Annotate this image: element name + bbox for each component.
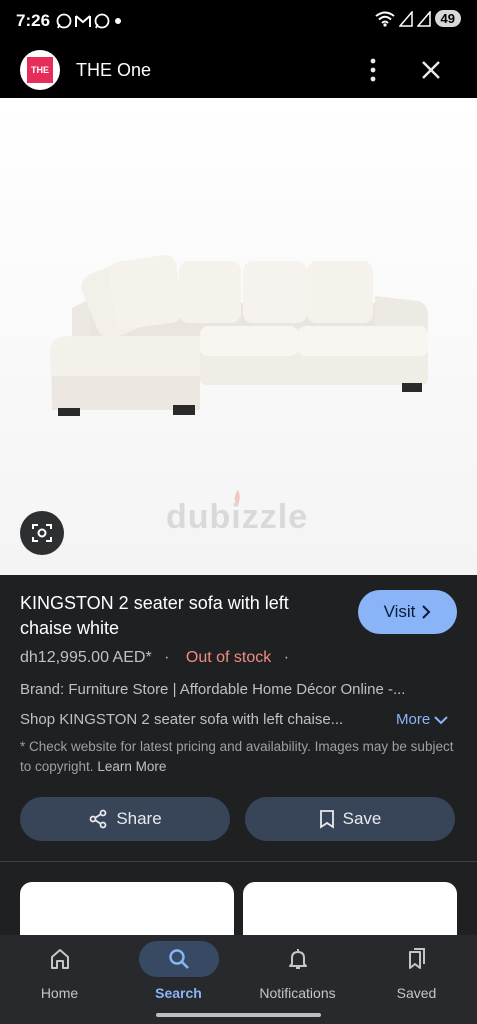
signal-icon (398, 10, 413, 27)
watermark-text: dubizzle (166, 498, 309, 536)
price: dh12,995.00 AED* (20, 649, 152, 666)
share-label: Share (116, 809, 162, 828)
nav-saved[interactable]: Saved (357, 941, 476, 1001)
notification-icons (56, 13, 123, 29)
close-icon[interactable] (417, 56, 445, 84)
nav-label: Notifications (259, 985, 336, 1001)
gmail-icon (75, 15, 92, 27)
price-row: dh12,995.00 AED* · Out of stock · (20, 649, 289, 667)
nav-label: Search (155, 985, 202, 1001)
nav-label: Saved (396, 985, 437, 1001)
nav-icon-wrap (266, 941, 330, 977)
save-label: Save (342, 809, 382, 828)
wifi-icon (374, 11, 395, 27)
more-options-icon[interactable] (361, 54, 385, 86)
separator-dot: · (164, 649, 170, 666)
more-label: More (396, 711, 431, 728)
site-logo: THE (20, 50, 60, 90)
stock-status: Out of stock (185, 649, 272, 666)
home-indicator[interactable] (156, 1013, 321, 1017)
description-text: Shop KINGSTON 2 seater sofa with left ch… (20, 711, 344, 728)
system-icons: 49 (374, 10, 461, 27)
product-title[interactable]: KINGSTON 2 seater sofa with left chaise … (20, 591, 340, 641)
save-button[interactable]: Save (245, 797, 455, 841)
nav-icon-wrap (385, 941, 449, 977)
chevron-right-icon (422, 605, 431, 619)
visit-label: Visit (383, 602, 416, 621)
separator-dot: · (283, 649, 290, 666)
battery-indicator: 49 (434, 10, 461, 27)
share-button[interactable]: Share (20, 797, 230, 841)
more-link[interactable]: More (396, 711, 448, 728)
related-result-card[interactable] (243, 882, 457, 942)
lens-button[interactable] (20, 511, 64, 555)
status-bar: 7:26 49 (0, 0, 477, 42)
logo-mark: THE (27, 57, 53, 83)
divider (0, 861, 477, 862)
learn-more-link[interactable]: Learn More (97, 759, 166, 774)
bell-icon (288, 949, 307, 969)
home-icon (50, 949, 69, 969)
bookmark-icon (319, 810, 334, 829)
lens-icon (32, 524, 52, 542)
search-icon (168, 949, 189, 969)
related-result-card[interactable] (20, 882, 234, 942)
status-time: 7:26 (16, 11, 51, 30)
brand-line: Brand: Furniture Store | Affordable Home… (20, 681, 406, 698)
nav-search[interactable]: Search (119, 941, 238, 1001)
whatsapp-icon (94, 13, 110, 29)
bookmarks-icon (408, 948, 425, 969)
nav-icon-wrap (138, 941, 219, 977)
nav-label: Home (40, 985, 79, 1001)
disclaimer-text: * Check website for latest pricing and a… (20, 739, 454, 774)
app-header: THE THE One (0, 42, 477, 98)
site-title: THE One (76, 59, 152, 80)
share-icon (89, 809, 107, 829)
disclaimer: * Check website for latest pricing and a… (20, 737, 460, 777)
chevron-down-icon (434, 715, 448, 724)
bottom-navigation: Home Search Notifications Saved (0, 935, 477, 1024)
whatsapp-icon (56, 13, 72, 29)
nav-home[interactable]: Home (0, 941, 119, 1001)
signal-icon (416, 10, 431, 27)
product-info-panel: KINGSTON 2 seater sofa with left chaise … (0, 575, 477, 942)
dot-icon (115, 18, 122, 24)
description-row: Shop KINGSTON 2 seater sofa with left ch… (20, 711, 460, 728)
nav-notifications[interactable]: Notifications (238, 941, 357, 1001)
visit-button[interactable]: Visit (358, 590, 457, 634)
nav-icon-wrap (28, 941, 92, 977)
